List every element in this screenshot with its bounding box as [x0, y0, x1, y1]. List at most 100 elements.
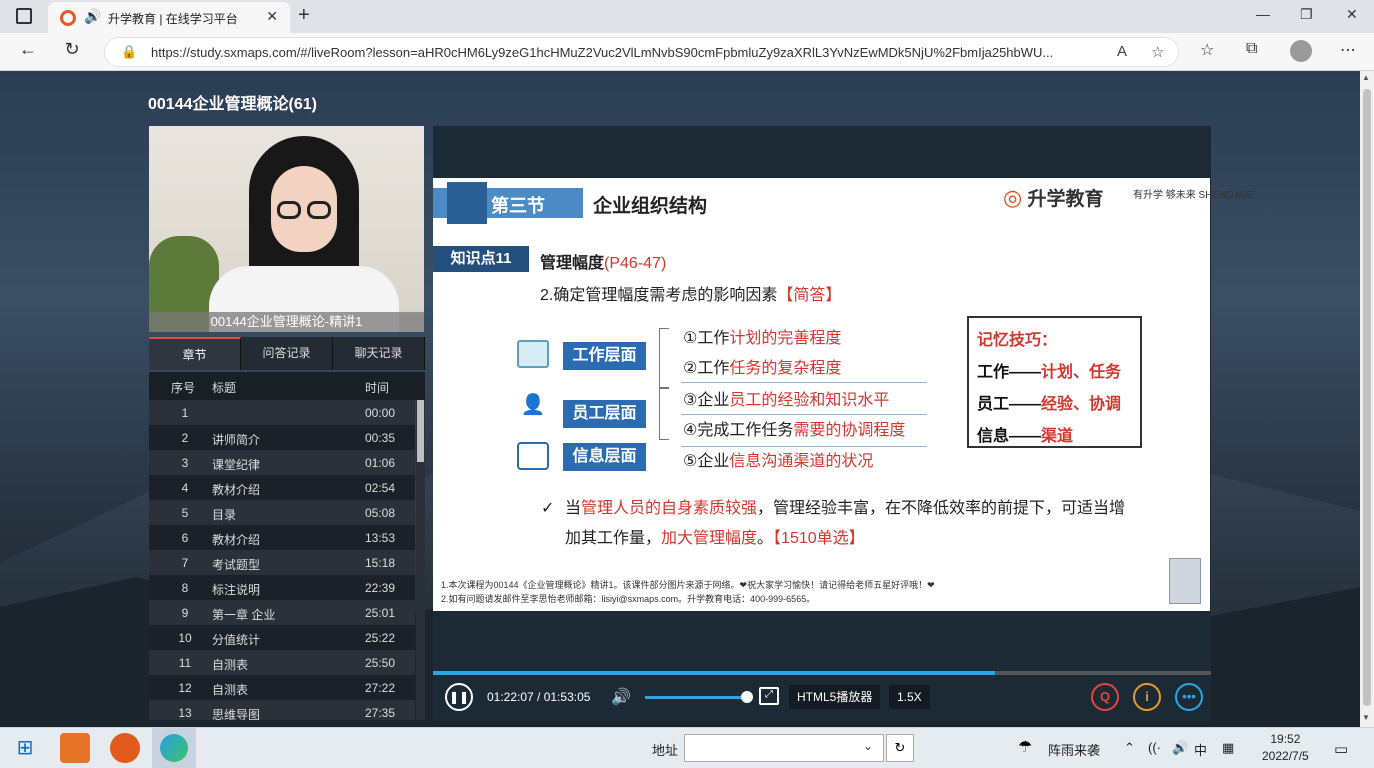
chapter-row[interactable]: 7 考试题型 15:18 — [149, 550, 415, 575]
chapter-title: 第一章 企业 — [212, 608, 276, 622]
player-type-label[interactable]: HTML5播放器 — [789, 685, 881, 709]
chapter-list[interactable]: 1 00:00 2 讲师简介 00:35 3 课堂纪律 01:06 4 教材介绍 02:54 5 目录 0… — [149, 400, 415, 720]
qa-icon[interactable]: Q — [1091, 683, 1119, 711]
chapter-row[interactable]: 5 目录 05:08 — [149, 500, 415, 525]
system-clock[interactable]: 19:52 2022/7/5 — [1262, 731, 1309, 765]
app-icon[interactable] — [60, 733, 90, 763]
chapter-scrollbar[interactable] — [416, 400, 425, 720]
volume-slider[interactable] — [645, 696, 747, 699]
page-scroll-thumb[interactable] — [1363, 89, 1371, 706]
chapter-title: 自测表 — [212, 683, 249, 697]
new-tab-button[interactable]: + — [298, 4, 310, 27]
chapter-time: 05:08 — [365, 506, 396, 520]
info-icon[interactable]: i — [1133, 683, 1161, 711]
browser-tabbar: 🔊 升学教育 | 在线学习平台 ✕ + — ❐ ✕ — [0, 0, 1374, 33]
chapter-row[interactable]: 2 讲师简介 00:35 — [149, 425, 415, 450]
chapter-row[interactable]: 12 自测表 27:22 — [149, 675, 415, 700]
glasses-left — [277, 201, 301, 219]
ime-indicator[interactable]: 中 — [1194, 740, 1207, 759]
lecture-slide: 第三节 企业组织结构 ◎ 升学教育 有升学 够未来 SHENGXUE 知识点11… — [433, 178, 1255, 611]
lock-icon[interactable]: 🔒 — [121, 44, 137, 60]
volume-tray-icon[interactable]: 🔊 — [1172, 740, 1188, 756]
close-window-icon[interactable]: ✕ — [1346, 6, 1358, 23]
chapter-index: 6 — [181, 531, 189, 545]
subtitle-text: 2.确定管理幅度需考虑的影响因素 — [540, 287, 778, 304]
building-icon — [447, 182, 487, 224]
weather-icon[interactable]: ☂ — [1018, 737, 1032, 757]
page-scrollbar[interactable]: ▲ ▼ — [1360, 71, 1374, 727]
more-icon[interactable]: ••• — [1175, 683, 1203, 711]
chapter-row[interactable]: 11 自测表 25:50 — [149, 650, 415, 675]
memo-line: 工作——计划、任务 — [977, 364, 1122, 381]
back-icon[interactable]: ← — [14, 39, 42, 60]
layer-work: 工作层面 — [563, 342, 646, 370]
app-icon[interactable] — [110, 733, 140, 763]
chapter-index: 8 — [181, 581, 189, 595]
start-icon[interactable]: ⊞ — [10, 733, 40, 763]
kp-pages: (P46-47) — [604, 255, 667, 272]
memo-line: 员工——经验、协调 — [977, 396, 1122, 413]
taskbar-address-input[interactable]: ⌄ — [684, 734, 884, 762]
pause-button[interactable]: ❚❚ — [445, 683, 473, 711]
scroll-down-icon[interactable]: ▼ — [1362, 713, 1370, 722]
go-refresh-icon[interactable]: ↻ — [886, 734, 914, 762]
chapter-row[interactable]: 4 教材介绍 02:54 — [149, 475, 415, 500]
video-player[interactable]: 第三节 企业组织结构 ◎ 升学教育 有升学 够未来 SHENGXUE 知识点11… — [433, 126, 1255, 721]
teacher-video: 00144企业管理概论-精讲1 — [149, 126, 424, 332]
speaker-icon[interactable]: 🔊 — [84, 8, 101, 25]
close-tab-icon[interactable]: ✕ — [266, 8, 278, 25]
divider-1 — [681, 382, 927, 383]
chapter-row[interactable]: 10 分值统计 25:22 — [149, 625, 415, 650]
tab-chapters[interactable]: 章节 — [149, 337, 241, 370]
tab-actions-icon[interactable] — [16, 8, 32, 24]
refresh-icon[interactable]: ↻ — [58, 39, 86, 60]
chapter-time: 25:01 — [365, 606, 396, 620]
chapter-row[interactable]: 13 思维导图 27:35 — [149, 700, 415, 720]
tray-chevron-icon[interactable]: ⌃ — [1124, 740, 1135, 756]
url-field[interactable]: 🔒 https://study.sxmaps.com/#/liveRoom?le… — [104, 37, 1179, 67]
profile-avatar[interactable] — [1290, 40, 1312, 62]
volume-knob[interactable] — [741, 691, 753, 703]
chapter-time: 27:22 — [365, 681, 396, 695]
chapter-row[interactable]: 3 课堂纪律 01:06 — [149, 450, 415, 475]
minimize-icon[interactable]: — — [1256, 6, 1270, 22]
picture-in-picture-icon[interactable]: ⤢ — [759, 687, 779, 705]
chapter-list-header: 序号 标题 时间 — [149, 372, 425, 400]
factor-item: ③企业员工的经验和知识水平 — [683, 392, 890, 409]
notification-icon[interactable]: ▭ — [1334, 740, 1348, 758]
volume-icon[interactable]: 🔊 — [611, 687, 631, 707]
network-icon[interactable]: ((· — [1148, 740, 1161, 755]
browser-tab[interactable]: 🔊 升学教育 | 在线学习平台 ✕ — [48, 2, 290, 33]
read-aloud-icon[interactable]: A — [1117, 43, 1127, 60]
chapter-row[interactable]: 9 第一章 企业 25:01 — [149, 600, 415, 625]
chapter-row[interactable]: 6 教材介绍 13:53 — [149, 525, 415, 550]
chapter-index: 3 — [181, 456, 189, 470]
knowledge-point-badge: 知识点11 — [433, 246, 529, 272]
chapter-row[interactable]: 1 00:00 — [149, 400, 415, 425]
tab-chat-records[interactable]: 聊天记录 — [333, 337, 425, 370]
chapter-title: 考试题型 — [212, 558, 261, 572]
chevron-down-icon[interactable]: ⌄ — [863, 739, 873, 753]
favorites-icon[interactable]: ☆ — [1200, 40, 1214, 60]
chapter-row[interactable]: 8 标注说明 22:39 — [149, 575, 415, 600]
header-title: 标题 — [212, 381, 237, 395]
site-favicon-icon — [60, 10, 76, 26]
tab-qa-records[interactable]: 问答记录 — [241, 337, 333, 370]
footnote-2: 2.如有问题请发邮件至李思怡老师邮箱：lisiyi@sxmaps.com。升学教… — [441, 594, 816, 604]
chapter-time: 00:35 — [365, 431, 396, 445]
address-bar: ← ↻ 🔒 https://study.sxmaps.com/#/liveRoo… — [0, 33, 1374, 71]
collections-icon[interactable]: ⧉ — [1246, 40, 1257, 58]
restore-icon[interactable]: ❐ — [1300, 6, 1313, 23]
more-menu-icon[interactable]: ⋯ — [1340, 40, 1356, 60]
playback-time: 01:22:07 / 01:53:05 — [487, 690, 591, 704]
keyboard-icon[interactable]: ▦ — [1222, 740, 1234, 756]
weather-text[interactable]: 阵雨来袭 — [1048, 740, 1100, 759]
scroll-up-icon[interactable]: ▲ — [1362, 73, 1370, 82]
chapter-scroll-thumb[interactable] — [417, 400, 424, 462]
clock-time: 19:52 — [1270, 732, 1301, 746]
brand-logo: ◎ 升学教育 有升学 够未来 SHENGXUE — [1003, 184, 1255, 211]
logo-text: 升学教育 — [1027, 189, 1104, 210]
add-favorite-icon[interactable]: ☆ — [1151, 43, 1164, 61]
edge-app-icon[interactable] — [152, 728, 196, 768]
speed-button[interactable]: 1.5X — [889, 685, 930, 709]
